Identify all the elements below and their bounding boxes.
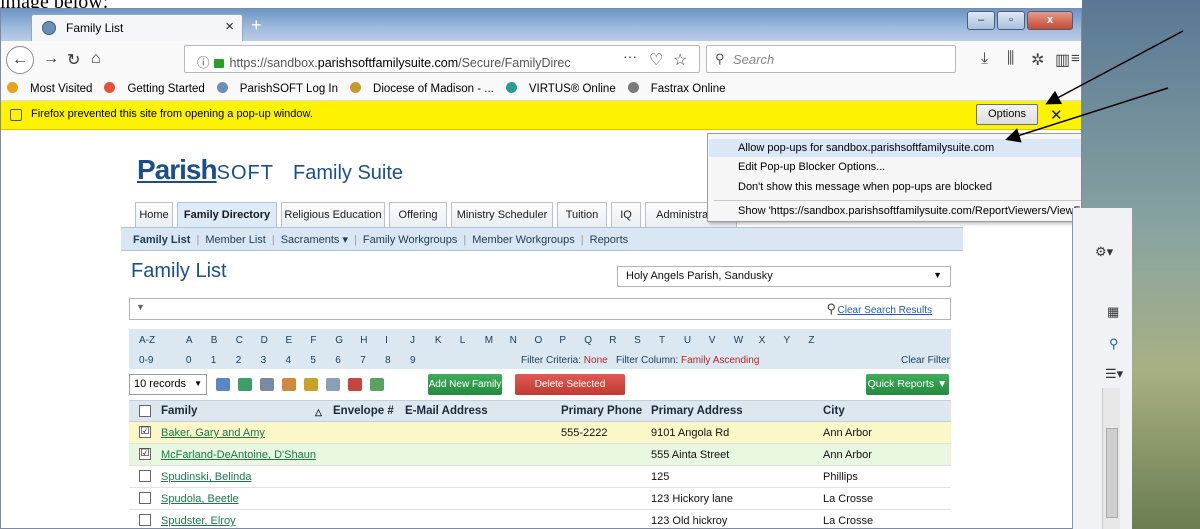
screenshot-root: image below: Family List × + – ▫ x ← → ↻… bbox=[0, 0, 1200, 529]
arrow-to-allow-popups bbox=[1005, 87, 1169, 143]
arrow-to-options bbox=[1045, 30, 1184, 105]
annotation-arrows bbox=[1005, 30, 1184, 143]
